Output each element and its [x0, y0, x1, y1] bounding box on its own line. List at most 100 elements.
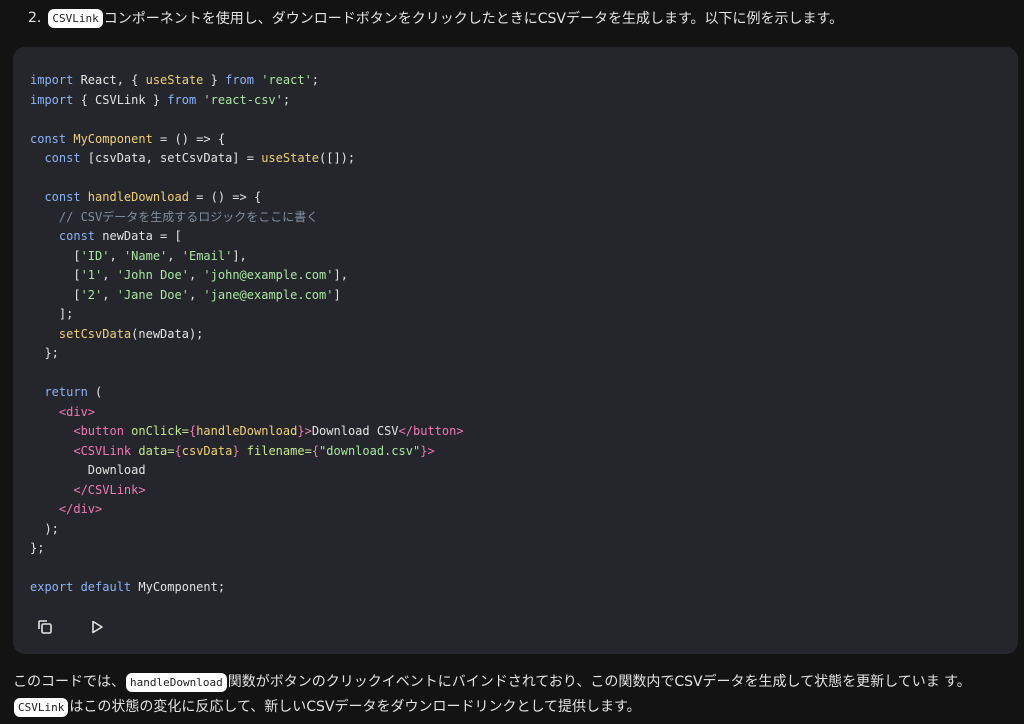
step-text: コンポーネントを使用し、ダウンロードボタンをクリックしたときにCSVデータを生成… — [103, 11, 844, 27]
code-token: { — [311, 443, 320, 458]
code-token: handleDownload — [80, 190, 189, 204]
code-token: }; — [30, 346, 59, 360]
code-token: const — [44, 151, 81, 165]
code-token: const — [44, 190, 81, 204]
code-token: , — [109, 248, 124, 263]
code-token: const — [30, 131, 67, 146]
code-token: // CSVデータを生成するロジックをここに書く — [30, 209, 319, 224]
code-token: </div> — [58, 502, 103, 516]
code-token: ); — [30, 521, 59, 536]
inline-code-csvlink: CSVLink — [48, 8, 103, 28]
code-token: onClick= — [123, 424, 189, 438]
code-token: data= — [131, 443, 175, 458]
code-token: export default — [30, 580, 132, 594]
code-line: </CSVLink> — [30, 481, 464, 501]
code-line: ); — [30, 520, 464, 540]
code-line: const handleDownload = () => { — [30, 188, 464, 208]
para-text-1: このコードでは、 — [13, 674, 125, 690]
code-token: 'Name' — [123, 248, 168, 263]
code-token: const — [58, 229, 96, 243]
code-token: 'john@example.com' — [203, 268, 334, 282]
code-token: useState — [145, 73, 204, 87]
code-token: 'ID' — [80, 248, 110, 263]
code-token: useState — [261, 151, 319, 165]
code-line: const MyComponent = () => { — [30, 130, 464, 150]
code-token: </CSVLink> — [73, 482, 146, 497]
code-line: export default MyComponent; — [30, 578, 464, 598]
code-actions — [33, 615, 109, 639]
code-token: 'Jane Doe' — [116, 287, 189, 302]
code-block: import React, { useState } from 'react';… — [13, 47, 1018, 654]
code-token: ], — [232, 248, 247, 263]
code-token: { — [174, 443, 182, 458]
code-token: } — [203, 73, 226, 87]
code-line: ['1', 'John Doe', 'john@example.com'], — [30, 266, 464, 286]
code-token: , — [188, 268, 204, 282]
code-token: { CSVLink } — [73, 92, 168, 107]
code-token: 'Email' — [181, 248, 233, 263]
para-text-2: 関数がボタンのクリックイベントにバインドされており、この関数内でCSVデータを生… — [227, 674, 971, 690]
code-token: [ — [30, 248, 81, 263]
copy-code-button[interactable] — [33, 615, 57, 639]
code-token: [csvData, setCsvData] = — [80, 151, 262, 165]
code-token: '1' — [80, 268, 103, 282]
code-token: }; — [30, 541, 45, 555]
code-token: , — [102, 268, 117, 282]
code-line: // CSVデータを生成するロジックをここに書く — [30, 208, 464, 228]
code-token: > — [304, 424, 312, 438]
inline-code-handledownload: handleDownload — [126, 673, 227, 692]
code-content: import React, { useState } from 'react';… — [30, 71, 464, 598]
code-token: = () => { — [152, 131, 226, 146]
code-line: <CSVLink data={csvData} filename={"downl… — [30, 442, 464, 462]
code-token: from — [225, 73, 254, 87]
code-token: Download CSV — [311, 424, 399, 438]
code-line: setCsvData(newData); — [30, 325, 464, 345]
code-line: ['2', 'Jane Doe', 'jane@example.com'] — [30, 286, 464, 306]
code-token: from — [167, 92, 197, 107]
code-token: ], — [333, 268, 348, 282]
code-token: 'jane@example.com' — [203, 287, 334, 302]
code-token: import — [30, 73, 74, 87]
code-token: <CSVLink — [73, 443, 132, 458]
run-code-button[interactable] — [85, 615, 109, 639]
code-line: <button onClick={handleDownload}>Downloa… — [30, 422, 464, 442]
code-token: } — [297, 424, 305, 438]
para-text-3: はこの状態の変化に反応して、新しいCSVデータをダウンロードリンクとして提供しま… — [69, 699, 641, 715]
code-token: [ — [30, 287, 81, 302]
step-number: 2. — [28, 10, 42, 26]
code-line: }; — [30, 539, 464, 559]
explanation-paragraph: このコードでは、 handleDownload 関数がボタンのクリックイベントにバイ… — [13, 670, 1013, 720]
code-token: , — [188, 287, 204, 302]
code-line: Download — [30, 461, 464, 481]
code-token: MyComponent; — [131, 580, 226, 594]
code-token: [ — [30, 268, 81, 282]
code-line: ['ID', 'Name', 'Email'], — [30, 247, 464, 267]
code-token: </button> — [398, 424, 464, 438]
code-token: ] — [333, 287, 341, 302]
code-token: <button — [73, 424, 124, 438]
code-token: filename= — [239, 443, 312, 458]
code-token: Download — [30, 463, 146, 477]
code-token: } — [232, 443, 240, 458]
code-token: import — [30, 92, 74, 107]
code-token: handleDownload — [196, 424, 298, 438]
code-token: , — [102, 287, 117, 302]
code-token: 'react-csv' — [196, 92, 283, 107]
code-token: <div> — [58, 404, 96, 419]
code-token: ( — [87, 385, 103, 399]
code-token: '2' — [80, 287, 103, 302]
code-token: 'John Doe' — [116, 268, 189, 282]
code-line: import { CSVLink } from 'react-csv'; — [30, 91, 464, 111]
